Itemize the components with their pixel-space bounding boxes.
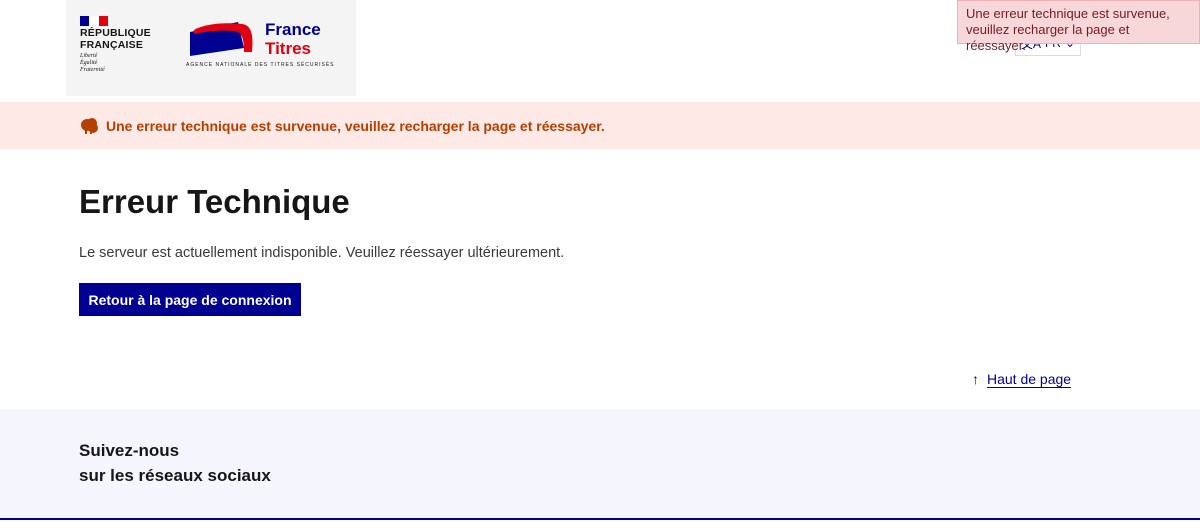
republique-line-2: FRANÇAISE: [80, 39, 144, 51]
brand-line-1: France: [265, 20, 321, 39]
page-title: Erreur Technique: [79, 183, 350, 220]
back-to-login-button[interactable]: Retour à la page de connexion: [79, 283, 301, 316]
logo-block[interactable]: RÉPUBLIQUE FRANÇAISE Liberté Égalité Fra…: [66, 0, 356, 96]
marianne-icon: [80, 16, 108, 26]
devise-line-3: Fraternité: [80, 67, 105, 73]
france-titres-logo-icon: [190, 22, 253, 56]
social-title-line-1: Suivez-nous: [79, 441, 180, 460]
social-title-line-2: sur les réseaux sociaux: [79, 466, 271, 485]
error-toast[interactable]: Une erreur technique est survenue, veuil…: [957, 0, 1200, 53]
arrow-up-icon: ↑: [972, 371, 979, 387]
social-title: Suivez-nous sur les réseaux sociaux: [79, 438, 271, 488]
alert-icon: [81, 118, 98, 134]
back-to-top-link[interactable]: ↑ Haut de page: [972, 370, 1071, 388]
brand-line-2: Titres: [265, 39, 311, 58]
republique-line-1: RÉPUBLIQUE: [80, 27, 151, 39]
error-description: Le serveur est actuellement indisponible…: [79, 245, 565, 261]
alert-message: Une erreur technique est survenue, veuil…: [106, 118, 605, 134]
brand-name: France Titres: [265, 20, 321, 58]
back-to-top-label: Haut de page: [987, 371, 1072, 387]
devise-line-1: Liberté: [80, 53, 98, 59]
page-bottom: [0, 520, 1200, 530]
devise-line-2: Égalité: [80, 60, 98, 66]
devise: Liberté Égalité Fraternité: [80, 53, 105, 74]
brand-tagline: AGENCE NATIONALE DES TITRES SÉCURISÉS: [186, 62, 335, 68]
